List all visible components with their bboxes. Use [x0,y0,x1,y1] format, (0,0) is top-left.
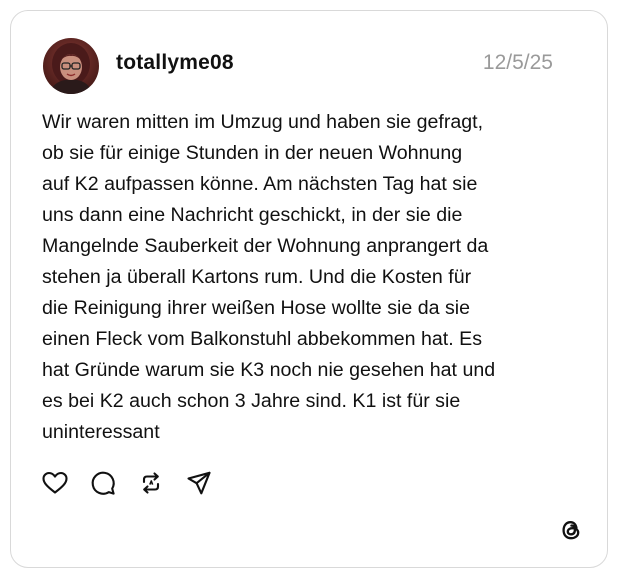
post-text-line: Wir waren mitten im Umzug und haben sie … [42,111,484,133]
post-text-line: uninteressant [42,421,160,443]
post-text-line: Mangelnde Sauberkeit der Wohnung anprang… [42,235,489,257]
post-text-line: hat Gründe warum sie K3 noch nie gesehen… [42,359,496,381]
avatar-image [43,38,99,94]
post-text-line: es bei K2 auch schon 3 Jahre sind. K1 is… [42,390,461,412]
post-text-line: die Reinigung ihrer weißen Hose wollte s… [42,297,471,319]
repost-icon [142,472,160,494]
post-text-line: uns dann eine Nachricht geschickt, in de… [42,204,463,226]
post-text: Wir waren mitten im Umzug und haben sie … [42,107,582,448]
share-button[interactable] [185,469,213,497]
post-date: 12/5/25 [482,51,553,74]
comment-button[interactable] [89,469,117,497]
like-button[interactable] [41,469,69,497]
post-text-line: ob sie für einige Stunden in der neuen W… [42,142,463,164]
post-text-line: auf K2 aufpassen könne. Am nächsten Tag … [42,173,478,195]
username[interactable]: totallyme08 [116,51,234,75]
comment-icon [91,471,115,495]
post-text-line: stehen ja überall Kartons rum. Und die K… [42,266,472,288]
post-card: totallyme08 12/5/25 Wir waren mitten im … [10,10,608,568]
threads-logo-icon [558,517,584,543]
share-icon [187,471,211,495]
post-text-line: einen Fleck vom Balkonstuhl abbekommen h… [42,328,482,350]
repost-button[interactable] [137,469,165,497]
avatar[interactable] [43,38,99,94]
heart-icon [42,471,68,494]
